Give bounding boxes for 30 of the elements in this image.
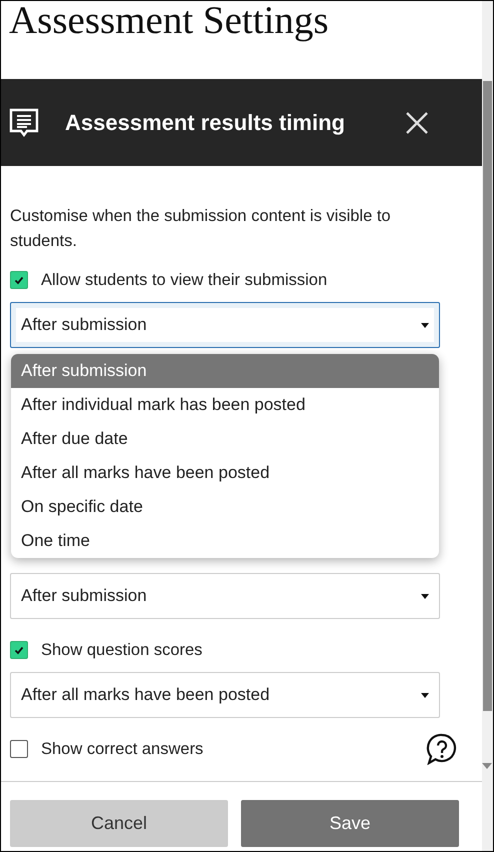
select-field[interactable]: After submission [10,302,440,348]
dropdown-option[interactable]: On specific date [11,490,439,524]
checkbox-label: Show correct answers [41,740,204,758]
page-title: Assessment Settings [9,1,330,44]
save-button[interactable]: Save [241,800,459,847]
scroll-down-icon[interactable] [482,763,492,769]
dropdown-option[interactable]: One time [11,524,439,558]
close-button[interactable] [406,112,428,134]
dropdown-option[interactable]: After individual mark has been posted [11,388,439,422]
panel-title: Assessment results timing [65,110,346,136]
checkbox-label: Allow students to view their submission [41,270,328,290]
select-field[interactable]: After submission [10,573,440,619]
cancel-button[interactable]: Cancel [10,800,228,847]
help-icon[interactable] [426,733,458,765]
scrollbar-thumb[interactable] [483,81,492,711]
checkmark-icon [13,274,25,286]
checkmark-icon [13,644,25,656]
checkbox[interactable] [10,641,28,659]
dropdown-option[interactable]: After due date [11,422,439,456]
dropdown-option[interactable]: After submission [11,354,439,388]
caret-icon [421,594,429,598]
caret-icon [421,322,429,328]
message-icon [9,108,39,138]
checkbox[interactable] [10,740,28,758]
checkbox[interactable] [10,271,28,289]
caret-icon [421,692,429,698]
checkbox-label: Show question scores [41,640,204,660]
select-field[interactable]: After all marks have been posted [10,672,440,718]
dropdown-option[interactable]: After all marks have been posted [11,456,439,490]
description-text: Customise when the submission content is visible to students. [10,206,392,252]
